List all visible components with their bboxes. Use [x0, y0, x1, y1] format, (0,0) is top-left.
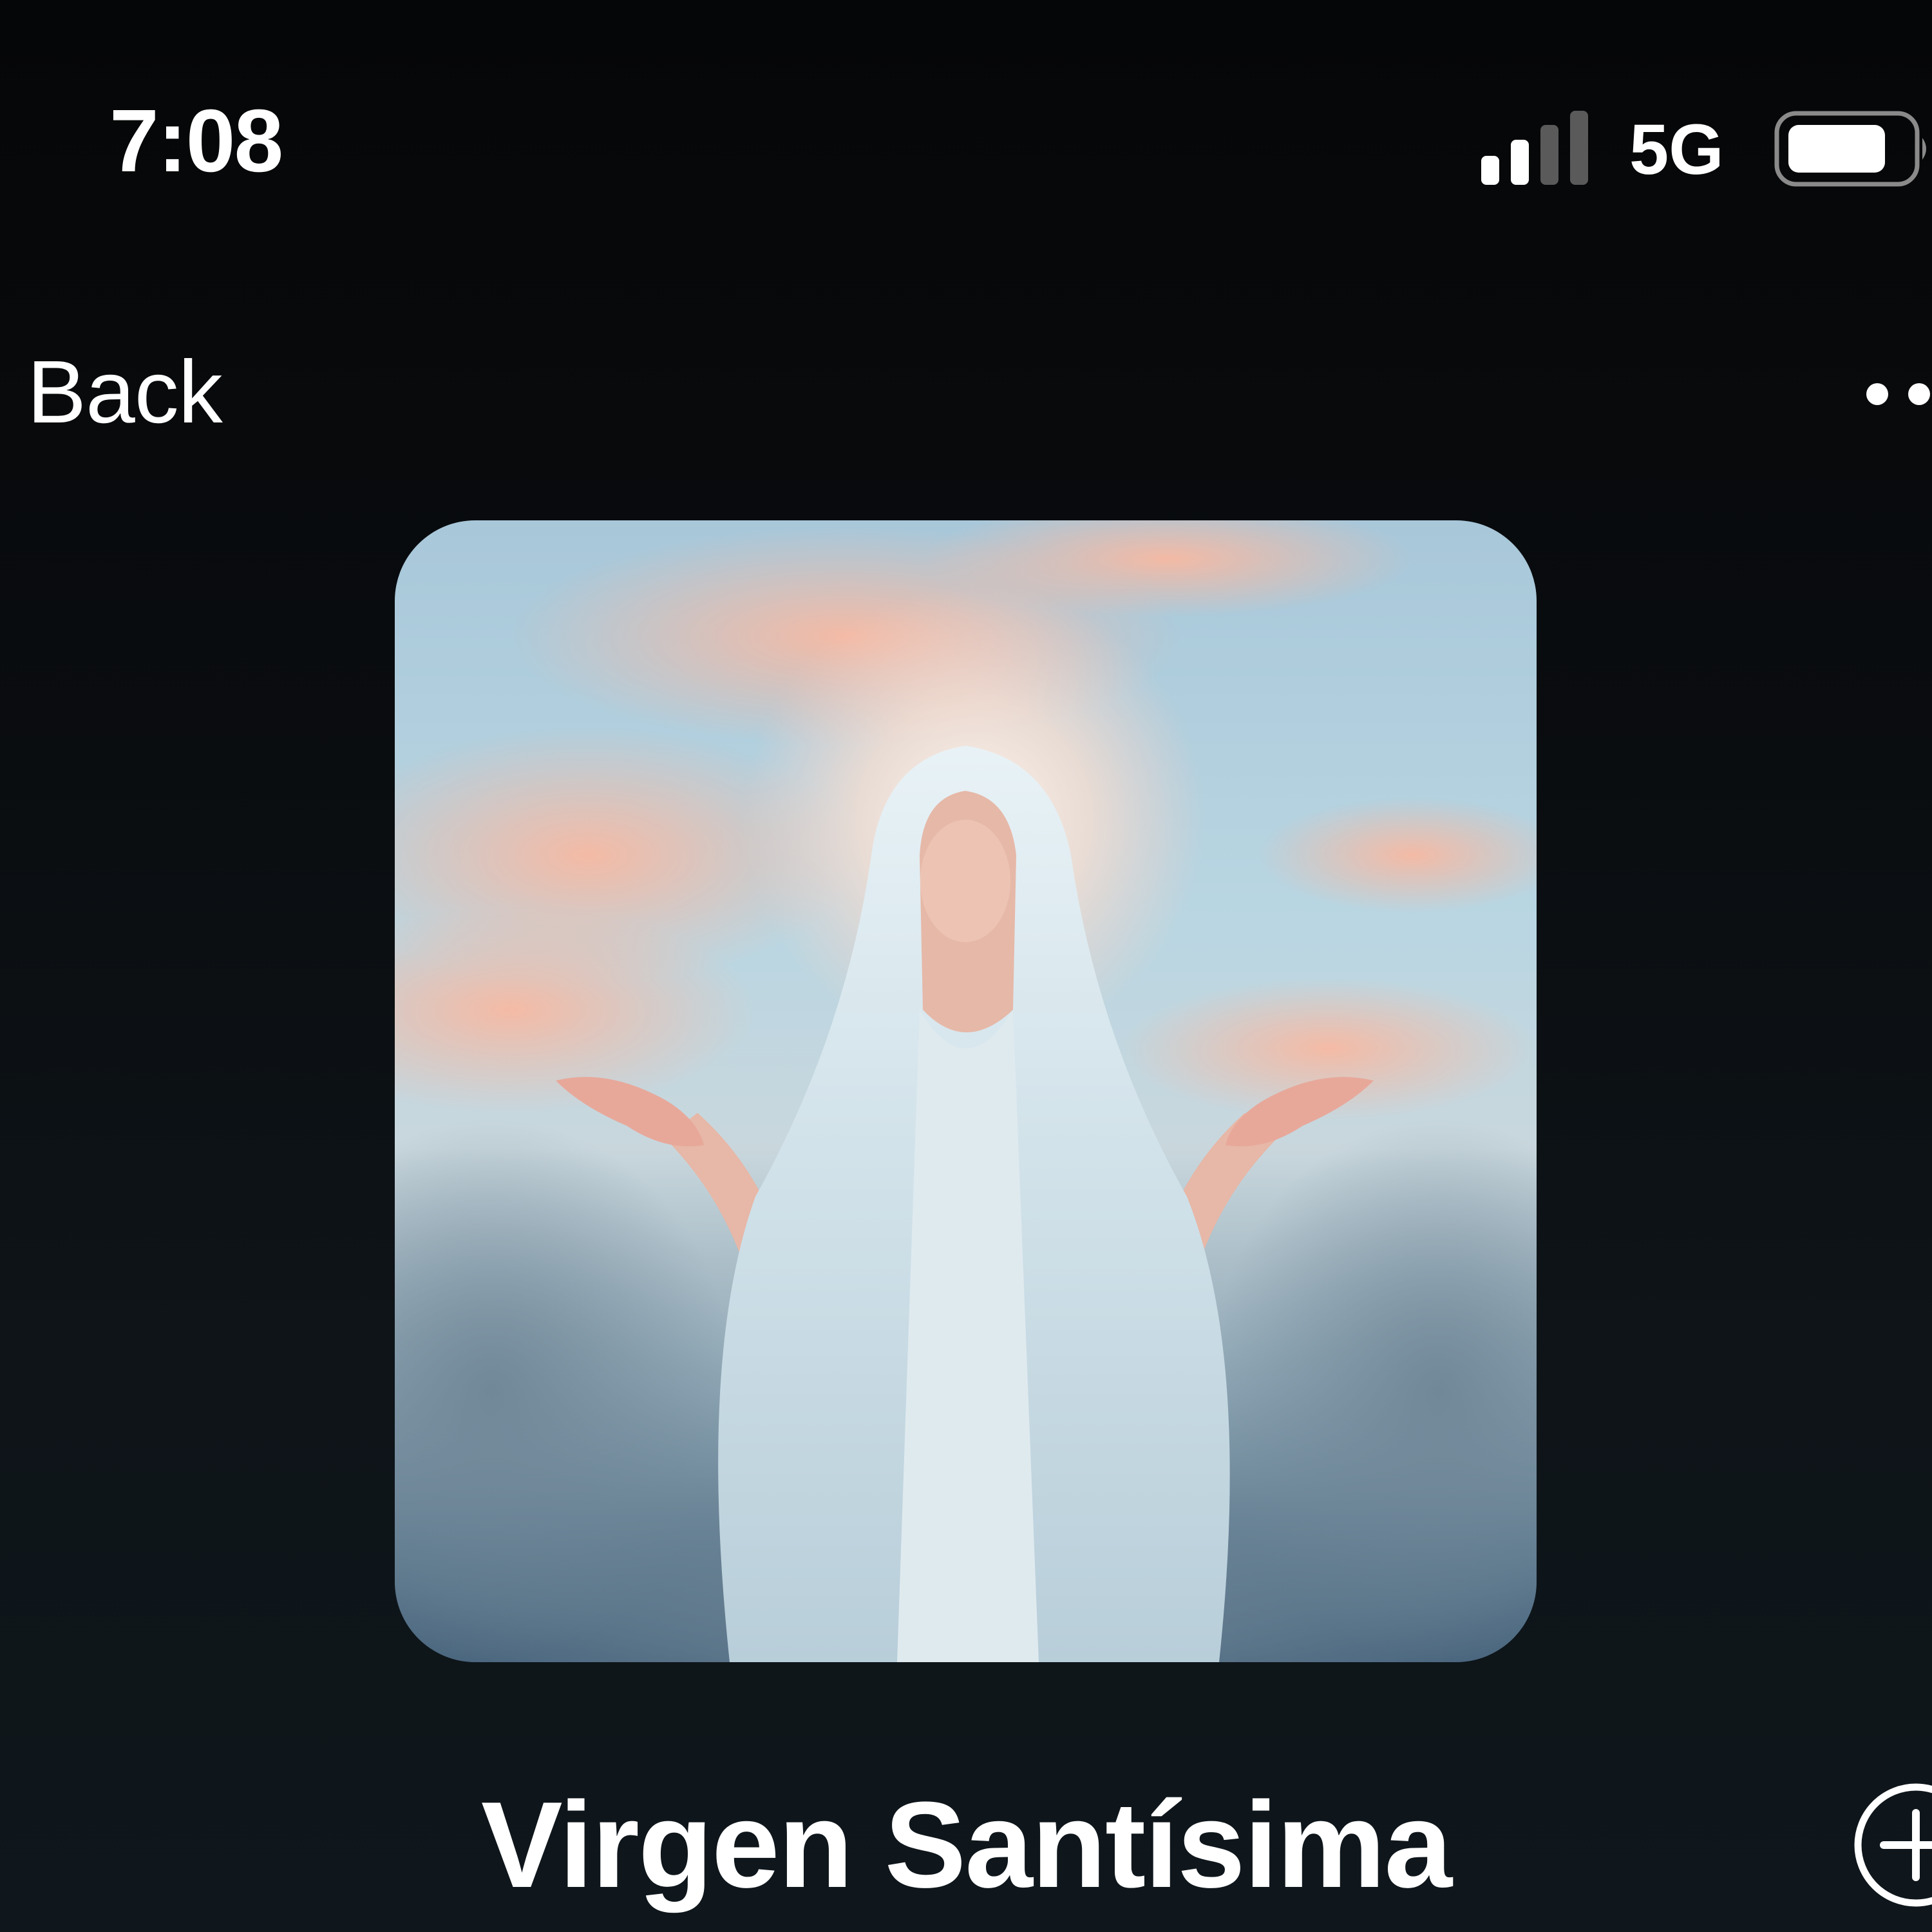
signal-icon: [1481, 111, 1588, 185]
battery-icon: [1774, 111, 1926, 187]
plus-circle-icon[interactable]: [1842, 1777, 1932, 1932]
network-type: 5G: [1629, 110, 1724, 189]
track-title: Virgen Santísima: [480, 1777, 1452, 1913]
status-time: 7:08: [109, 91, 283, 191]
back-button[interactable]: Back: [27, 348, 223, 437]
album-artwork: [395, 520, 1537, 1662]
ellipsis-icon[interactable]: [1855, 370, 1932, 415]
